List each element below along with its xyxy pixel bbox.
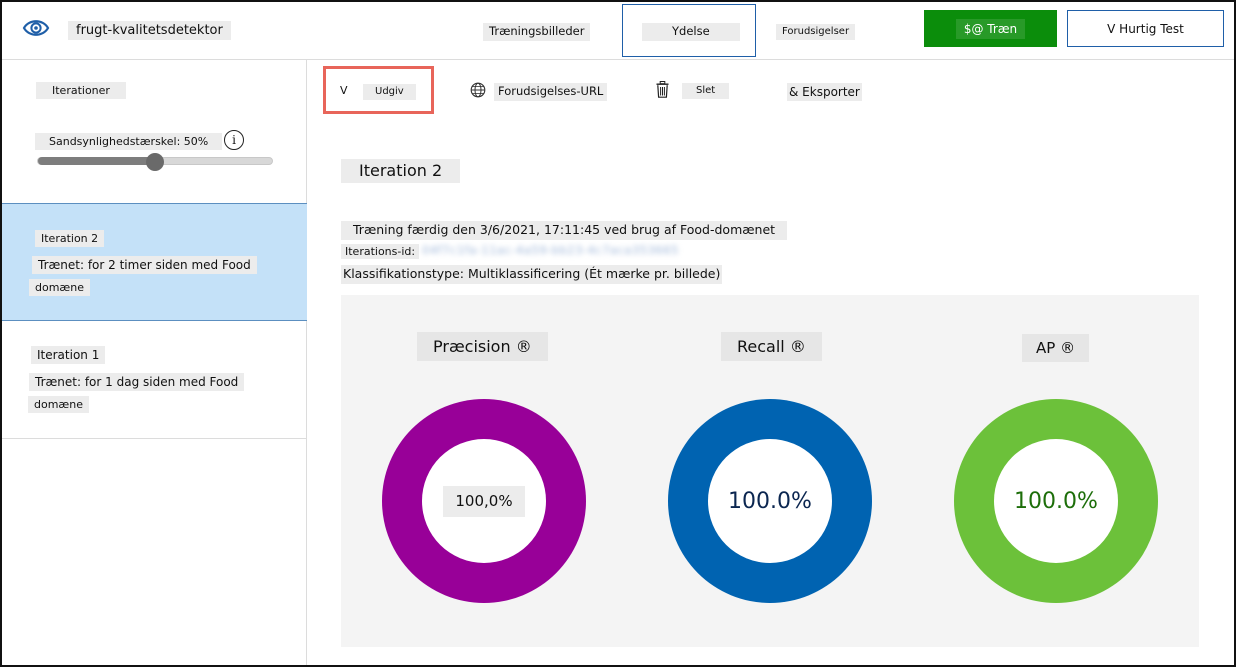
publish-chevron[interactable]: V (340, 84, 348, 97)
iteration-domain: domæne (28, 396, 89, 413)
tab-performance[interactable]: Ydelse (642, 23, 740, 41)
iteration-name: Iteration 1 (31, 346, 106, 364)
page-title: Iteration 2 (341, 159, 461, 183)
ap-title: AP ® (1022, 334, 1090, 362)
info-icon[interactable]: i (224, 130, 244, 150)
recall-value: 100.0% (728, 488, 812, 514)
prediction-url-button[interactable]: Forudsigelses-URL (494, 83, 608, 101)
iteration-id-label: Iterations-id: (341, 244, 420, 259)
iteration-trained-info: Trænet: for 2 timer siden med Food (32, 256, 257, 274)
probability-threshold-slider[interactable] (37, 153, 273, 171)
publish-button[interactable]: Udgiv (363, 84, 416, 100)
tab-predictions[interactable]: Forudsigelser (776, 24, 856, 40)
iteration-domain: domæne (29, 279, 90, 296)
precision-donut-chart: 100,0% (382, 399, 586, 603)
app-window: frugt-kvalitetsdetektor Træningsbilleder… (0, 0, 1236, 667)
iteration-item-2[interactable]: Iteration 2 Trænet: for 2 timer siden me… (2, 203, 307, 321)
ap-value: 100.0% (1014, 488, 1098, 514)
export-button[interactable]: & Eksporter (787, 83, 862, 101)
quick-test-button[interactable]: V Hurtig Test (1067, 10, 1224, 47)
iteration-name: Iteration 2 (35, 230, 105, 247)
recall-title: Recall ® (721, 332, 822, 361)
ap-donut-chart: 100.0% (954, 399, 1158, 603)
iterations-heading: Iterationer (36, 82, 126, 99)
precision-value: 100,0% (443, 485, 525, 517)
iteration-item-1[interactable]: Iteration 1 Trænet: for 1 dag siden med … (2, 322, 307, 439)
train-button-label: $@ Træn (955, 18, 1026, 39)
iteration-id-value: 04f7c1fa-11ac-4a59-bb23-4c7aca353665 (422, 243, 679, 257)
iterations-sidebar: Iterationer Sandsynlighedstærskel: 50% i… (2, 60, 307, 665)
metrics-panel: Præcision ® Recall ® AP ® 100,0% 100.0% … (341, 295, 1199, 647)
classification-type: Klassifikationstype: Multiklassificering… (341, 265, 723, 284)
globe-icon[interactable] (470, 82, 486, 98)
recall-donut-chart: 100.0% (668, 399, 872, 603)
training-completed-info: Træning færdig den 3/6/2021, 17:11:45 ve… (341, 221, 788, 240)
probability-threshold-label: Sandsynlighedstærskel: 50% (35, 133, 223, 150)
trash-icon[interactable] (656, 81, 669, 98)
slider-thumb[interactable] (146, 153, 164, 171)
iteration-trained-info: Trænet: for 1 dag siden med Food (29, 373, 245, 391)
train-button[interactable]: $@ Træn (924, 10, 1057, 47)
tab-training-images[interactable]: Træningsbilleder (483, 23, 591, 41)
delete-button[interactable]: Slet (682, 83, 730, 99)
slider-fill (38, 157, 155, 165)
precision-title: Præcision ® (417, 332, 548, 361)
project-name[interactable]: frugt-kvalitetsdetektor (68, 21, 231, 40)
quick-test-button-label: V Hurtig Test (1107, 21, 1184, 36)
top-bar: frugt-kvalitetsdetektor Træningsbilleder… (2, 2, 1234, 60)
eye-icon[interactable] (22, 16, 50, 40)
